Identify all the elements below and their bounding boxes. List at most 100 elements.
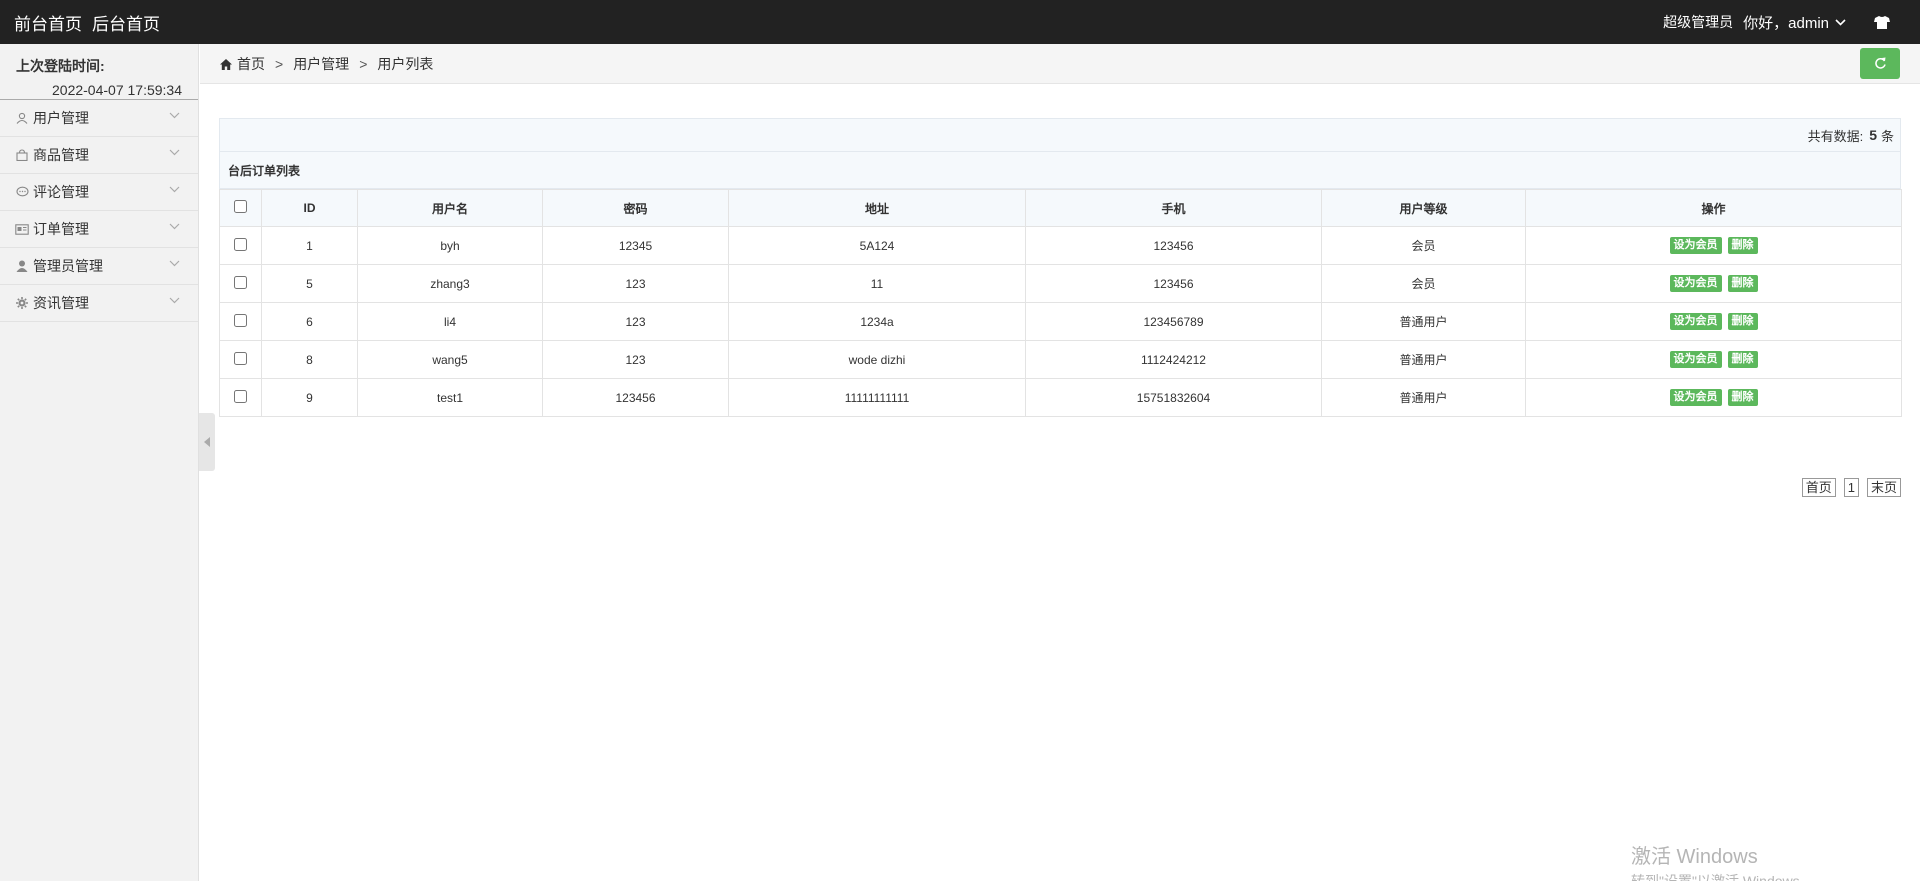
cell-actions: 设为会员 删除 — [1525, 226, 1902, 265]
user-role: 超级管理员 — [1663, 14, 1734, 30]
cell-address: wode dizhi — [728, 340, 1026, 379]
table-title: 台后订单列表 — [219, 152, 1901, 189]
column-header-username: 用户名 — [357, 189, 543, 227]
set-member-button[interactable]: 设为会员 — [1669, 313, 1722, 330]
sidebar-item-admin-management[interactable]: 管理员管理 — [0, 248, 198, 285]
front-home-link[interactable]: 前台首页 — [14, 10, 82, 35]
table-row: 6 li4 123 1234a 123456789 普通用户 设为会员 删除 — [219, 302, 1902, 341]
cell-id: 1 — [261, 226, 358, 265]
row-checkbox[interactable] — [234, 351, 247, 365]
sidebar-item-user-management[interactable]: 用户管理 — [0, 100, 198, 137]
user-list-panel: 共有数据: 5 条 台后订单列表 ID 用户名 密码 地址 手机 用户等级 操作… — [219, 118, 1902, 417]
last-login-label: 上次登陆时间: — [16, 58, 105, 74]
cell-id: 6 — [261, 302, 358, 341]
cell-id: 5 — [261, 264, 358, 303]
delete-button[interactable]: 删除 — [1727, 389, 1758, 406]
skin-switch-button[interactable] — [1874, 15, 1890, 29]
cell-user-level: 普通用户 — [1321, 378, 1526, 417]
column-header-phone: 手机 — [1025, 189, 1322, 227]
column-header-user-level: 用户等级 — [1321, 189, 1526, 227]
row-checkbox[interactable] — [234, 237, 247, 251]
page-1-link[interactable]: 1 — [1843, 478, 1859, 497]
sidebar-collapse-handle[interactable] — [199, 413, 215, 471]
cell-phone: 123456789 — [1025, 302, 1322, 341]
cell-address: 11111111111 — [728, 378, 1026, 417]
summary-prefix: 共有数据: — [1807, 128, 1864, 144]
table-row: 5 zhang3 123 11 123456 会员 设为会员 删除 — [219, 264, 1902, 303]
cell-phone: 123456 — [1025, 264, 1322, 303]
row-checkbox[interactable] — [234, 275, 247, 289]
cell-user-level: 会员 — [1321, 226, 1526, 265]
watermark-line1: 激活 Windows — [1631, 846, 1758, 868]
select-all-checkbox[interactable] — [234, 200, 247, 213]
cell-password: 12345 — [542, 226, 729, 265]
first-page-link[interactable]: 首页 — [1801, 478, 1836, 497]
set-member-button[interactable]: 设为会员 — [1669, 351, 1722, 368]
caret-left-icon — [204, 437, 210, 447]
cell-address: 5A124 — [728, 226, 1026, 265]
sidebar-item-label: 商品管理 — [33, 147, 89, 163]
sidebar-item-order-management[interactable]: 订单管理 — [0, 211, 198, 248]
cell-id: 9 — [261, 378, 358, 417]
sidebar-item-label: 评论管理 — [33, 184, 89, 200]
breadcrumb-user-list: 用户列表 — [377, 56, 434, 72]
shopping-bag-icon — [15, 148, 29, 162]
user-menu-toggle[interactable]: 你好，admin — [1743, 12, 1846, 33]
column-header-address: 地址 — [728, 189, 1026, 227]
table-header-row: ID 用户名 密码 地址 手机 用户等级 操作 — [219, 189, 1902, 227]
refresh-button[interactable] — [1860, 48, 1900, 79]
windows-activation-watermark: 激活 Windows 转到"设置"以激活 Windows — [1631, 840, 1800, 881]
top-navbar: 前台首页 后台首页 超级管理员 你好，admin — [0, 0, 1920, 44]
last-page-link[interactable]: 末页 — [1866, 478, 1901, 497]
cell-username: test1 — [357, 378, 543, 417]
row-checkbox[interactable] — [234, 389, 247, 403]
column-header-password: 密码 — [542, 189, 729, 227]
column-header-actions: 操作 — [1525, 189, 1902, 227]
sidebar: 上次登陆时间: 2022-04-07 17:59:34 用户管理 商品管理 评论… — [0, 44, 199, 881]
row-select-cell — [219, 302, 262, 341]
home-icon — [220, 58, 232, 70]
pagination: 首页 1 末页 — [1794, 478, 1901, 497]
sidebar-item-label: 用户管理 — [33, 110, 89, 126]
sidebar-item-label: 管理员管理 — [33, 258, 103, 274]
delete-button[interactable]: 删除 — [1727, 237, 1758, 254]
set-member-button[interactable]: 设为会员 — [1669, 237, 1722, 254]
cell-username: zhang3 — [357, 264, 543, 303]
sidebar-item-news-management[interactable]: 资讯管理 — [0, 285, 198, 322]
breadcrumb-home[interactable]: 首页 — [237, 54, 265, 74]
row-select-cell — [219, 226, 262, 265]
top-nav-user: 超级管理员 你好，admin — [1663, 0, 1890, 44]
cell-username: wang5 — [357, 340, 543, 379]
cell-password: 123456 — [542, 378, 729, 417]
cell-user-level: 普通用户 — [1321, 302, 1526, 341]
row-select-cell — [219, 340, 262, 379]
back-home-link[interactable]: 后台首页 — [92, 10, 160, 35]
table-row: 8 wang5 123 wode dizhi 1112424212 普通用户 设… — [219, 340, 1902, 379]
cell-actions: 设为会员 删除 — [1525, 264, 1902, 303]
chevron-down-icon — [169, 260, 180, 267]
set-member-button[interactable]: 设为会员 — [1669, 275, 1722, 292]
last-login-box: 上次登陆时间: 2022-04-07 17:59:34 — [0, 44, 198, 100]
cell-actions: 设为会员 删除 — [1525, 378, 1902, 417]
cell-user-level: 会员 — [1321, 264, 1526, 303]
cell-password: 123 — [542, 302, 729, 341]
set-member-button[interactable]: 设为会员 — [1669, 389, 1722, 406]
delete-button[interactable]: 删除 — [1727, 313, 1758, 330]
cell-address: 1234a — [728, 302, 1026, 341]
delete-button[interactable]: 删除 — [1727, 275, 1758, 292]
cell-address: 11 — [728, 264, 1026, 303]
cell-password: 123 — [542, 340, 729, 379]
cell-user-level: 普通用户 — [1321, 340, 1526, 379]
breadcrumb-separator: > — [275, 56, 284, 72]
breadcrumb-user-management[interactable]: 用户管理 — [293, 54, 349, 74]
delete-button[interactable]: 删除 — [1727, 351, 1758, 368]
row-checkbox[interactable] — [234, 313, 247, 327]
cell-username: li4 — [357, 302, 543, 341]
summary-suffix: 条 — [1880, 128, 1894, 144]
sidebar-item-product-management[interactable]: 商品管理 — [0, 137, 198, 174]
sidebar-item-comment-management[interactable]: 评论管理 — [0, 174, 198, 211]
breadcrumb: 首页 > 用户管理 > 用户列表 — [220, 44, 433, 84]
chevron-down-icon — [169, 112, 180, 119]
breadcrumb-separator: > — [359, 56, 368, 72]
order-icon — [15, 222, 29, 236]
